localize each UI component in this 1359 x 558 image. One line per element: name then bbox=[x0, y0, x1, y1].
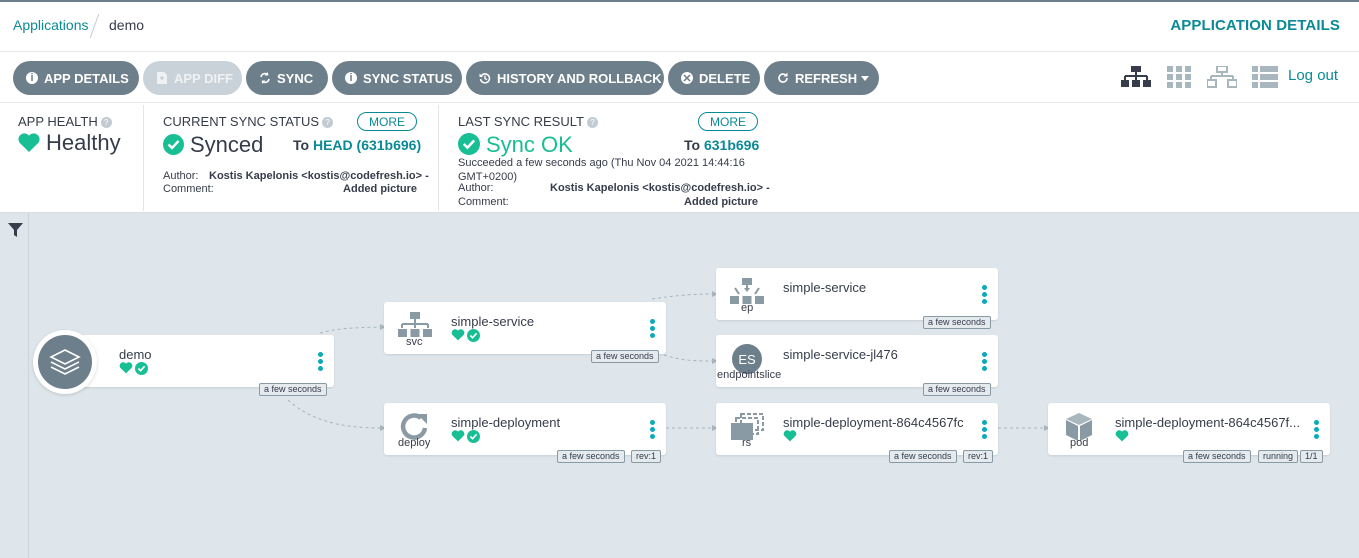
node-status-badges bbox=[451, 329, 480, 342]
resource-node-ep[interactable]: ep simple-service bbox=[716, 268, 998, 320]
node-kind: endpointslice bbox=[717, 369, 782, 381]
node-name: simple-deployment bbox=[451, 415, 561, 430]
app-node-demo[interactable]: demo bbox=[64, 335, 334, 387]
age-tag: a few seconds bbox=[259, 383, 327, 396]
node-kind: rs bbox=[742, 437, 752, 449]
heart-icon bbox=[1115, 430, 1129, 442]
node-name: simple-deployment-864c4567f... bbox=[1115, 415, 1300, 430]
app-node-icon bbox=[33, 330, 97, 394]
revision-tag: rev:1 bbox=[963, 450, 994, 463]
node-status-badges bbox=[783, 430, 797, 442]
node-name: simple-service bbox=[783, 280, 867, 295]
kebab-menu-icon[interactable] bbox=[650, 319, 655, 340]
node-kind: ep bbox=[741, 302, 754, 314]
edge-app-deploy bbox=[287, 399, 381, 429]
node-name: simple-service bbox=[451, 314, 535, 329]
edge-svc-ep bbox=[651, 293, 713, 300]
edge-app-svc bbox=[319, 326, 381, 334]
resource-node-svc[interactable]: svc simple-service bbox=[384, 302, 666, 354]
age-tag: a few seconds bbox=[923, 316, 991, 329]
node-kind: pod bbox=[1070, 437, 1089, 449]
layers-icon bbox=[49, 349, 81, 375]
check-circle-icon bbox=[135, 362, 148, 375]
heart-icon bbox=[451, 329, 465, 341]
kebab-menu-icon[interactable] bbox=[982, 285, 987, 306]
kebab-menu-icon[interactable] bbox=[982, 352, 987, 373]
age-tag: a few seconds bbox=[923, 383, 991, 396]
age-tag: a few seconds bbox=[889, 450, 957, 463]
check-circle-icon bbox=[467, 329, 480, 342]
heart-icon bbox=[451, 430, 465, 442]
tree-edges bbox=[287, 291, 1050, 431]
age-tag: a few seconds bbox=[1183, 450, 1251, 463]
age-tag: a few seconds bbox=[591, 350, 659, 363]
revision-tag: rev:1 bbox=[631, 450, 662, 463]
resource-node-endpointslice[interactable]: ES endpointslice simple-service-jl476 bbox=[716, 335, 998, 387]
pod-status-tag: running bbox=[1258, 450, 1299, 463]
resource-node-pod[interactable]: pod simple-deployment-864c4567f... bbox=[1048, 403, 1330, 455]
resource-node-rs[interactable]: rs simple-deployment-864c4567fc bbox=[716, 403, 998, 455]
heart-icon bbox=[783, 430, 797, 442]
edge-svc-eps bbox=[663, 354, 713, 362]
node-name: simple-deployment-864c4567fc bbox=[783, 415, 964, 430]
check-circle-icon bbox=[467, 430, 480, 443]
age-tag: a few seconds bbox=[557, 450, 625, 463]
node-name: demo bbox=[119, 347, 152, 362]
kebab-menu-icon[interactable] bbox=[1314, 420, 1319, 441]
heart-icon bbox=[119, 362, 133, 374]
kebab-menu-icon[interactable] bbox=[318, 352, 323, 373]
node-kind: deploy bbox=[398, 437, 431, 449]
kebab-menu-icon[interactable] bbox=[650, 420, 655, 441]
pod-ready-tag: 1/1 bbox=[1300, 450, 1323, 463]
kebab-menu-icon[interactable] bbox=[982, 420, 987, 441]
node-status-badges bbox=[119, 362, 148, 375]
node-name: simple-service-jl476 bbox=[783, 347, 898, 362]
resource-node-deploy[interactable]: deploy simple-deployment bbox=[384, 403, 666, 455]
node-kind: svc bbox=[406, 336, 423, 348]
node-status-badges bbox=[451, 430, 480, 443]
node-status-badges bbox=[1115, 430, 1129, 442]
